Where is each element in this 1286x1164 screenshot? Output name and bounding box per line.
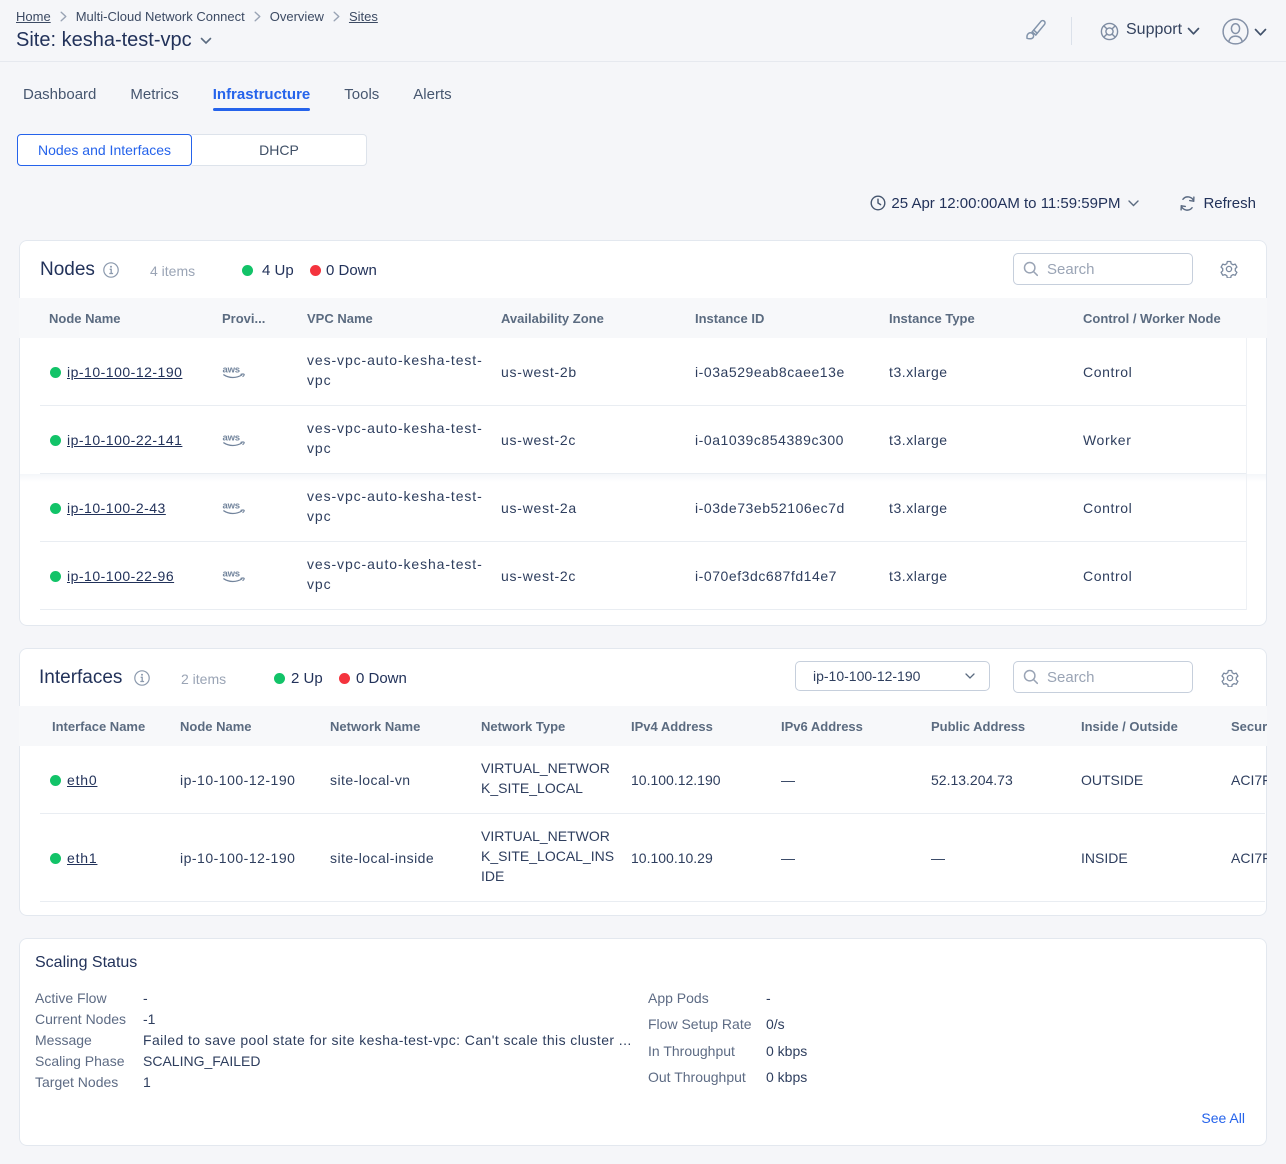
svg-text:aws: aws	[223, 433, 240, 444]
svg-text:aws: aws	[223, 501, 240, 512]
svg-text:aws: aws	[223, 365, 240, 376]
svg-text:aws: aws	[223, 569, 240, 580]
